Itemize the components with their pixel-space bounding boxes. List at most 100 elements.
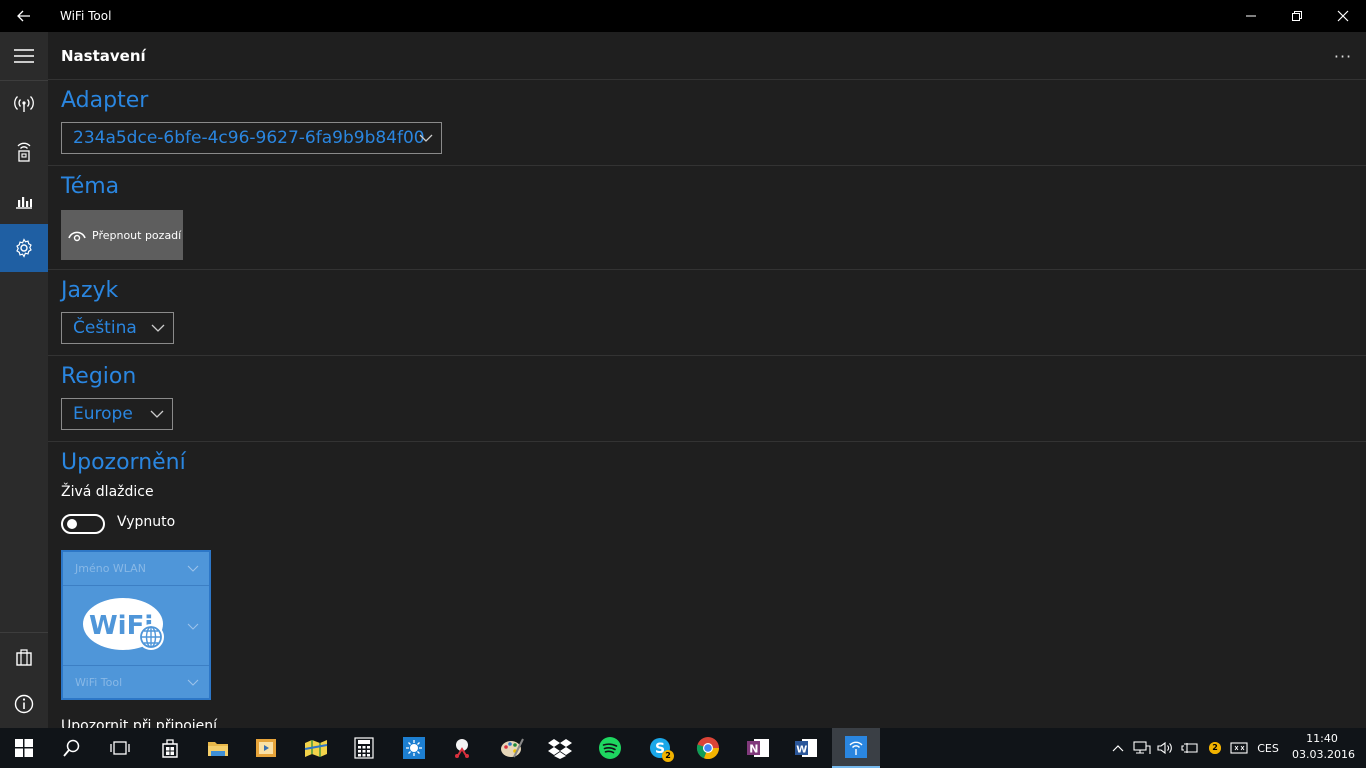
taskbar: S 2 N W 2 CES 11:40 03.03.2016 bbox=[0, 728, 1366, 768]
nav-item-wifi[interactable] bbox=[0, 80, 48, 128]
tile-logo-row[interactable]: WiFi bbox=[63, 586, 209, 666]
taskbar-skype[interactable]: S 2 bbox=[636, 728, 684, 768]
svg-text:N: N bbox=[749, 743, 758, 756]
taskbar-snipping-tool[interactable] bbox=[438, 728, 486, 768]
taskbar-video[interactable] bbox=[242, 728, 290, 768]
eye-icon bbox=[67, 227, 87, 243]
live-tile-label: Živá dlaždice bbox=[61, 484, 154, 500]
close-icon bbox=[1337, 10, 1349, 22]
tray-app-notification[interactable]: 2 bbox=[1204, 728, 1226, 768]
taskbar-word[interactable]: W bbox=[782, 728, 830, 768]
wifi-tool-icon bbox=[845, 736, 867, 758]
minimize-icon bbox=[1246, 15, 1256, 17]
tray-network[interactable] bbox=[1130, 728, 1154, 768]
tray-volume[interactable] bbox=[1154, 728, 1176, 768]
calculator-icon bbox=[354, 737, 374, 759]
chevron-down-icon bbox=[187, 623, 199, 630]
language-value: Čeština bbox=[73, 318, 137, 338]
taskbar-paint[interactable] bbox=[488, 728, 536, 768]
taskbar-spotify[interactable] bbox=[586, 728, 634, 768]
windows-logo-icon bbox=[15, 739, 33, 757]
live-tile-toggle[interactable] bbox=[61, 514, 105, 534]
hamburger-icon bbox=[14, 49, 34, 63]
nav-item-stats[interactable] bbox=[0, 176, 48, 224]
close-button[interactable] bbox=[1320, 0, 1366, 32]
more-options-button[interactable]: ··· bbox=[1328, 41, 1358, 71]
shopping-bag-icon bbox=[16, 649, 32, 666]
taskbar-wifi-tool[interactable] bbox=[832, 728, 880, 768]
skype-badge: 2 bbox=[662, 750, 674, 762]
chevron-up-icon bbox=[1112, 745, 1124, 752]
dropbox-icon bbox=[548, 739, 572, 759]
taskbar-weather[interactable] bbox=[390, 728, 438, 768]
tile-bottom-label: WiFi Tool bbox=[75, 676, 123, 689]
adapter-title: Adapter bbox=[61, 88, 149, 113]
keyboard-icon bbox=[1230, 742, 1248, 754]
antenna-icon bbox=[14, 96, 34, 112]
store-icon bbox=[162, 739, 178, 758]
tray-keyboard[interactable] bbox=[1228, 728, 1250, 768]
adapter-dropdown[interactable]: 234a5dce-6bfe-4c96-9627-6fa9b9b84f00 bbox=[61, 122, 442, 154]
taskbar-calculator[interactable] bbox=[340, 728, 388, 768]
network-icon bbox=[1133, 741, 1151, 754]
settings-page: Nastavení ··· Adapter 234a5dce-6bfe-4c96… bbox=[48, 32, 1366, 728]
language-section: Jazyk Čeština bbox=[48, 270, 1366, 356]
taskbar-dropbox[interactable] bbox=[536, 728, 584, 768]
adapter-section: Adapter 234a5dce-6bfe-4c96-9627-6fa9b9b8… bbox=[48, 80, 1366, 166]
taskbar-store[interactable] bbox=[146, 728, 194, 768]
theme-section: Téma Přepnout pozadí bbox=[48, 166, 1366, 270]
video-player-icon bbox=[256, 739, 276, 757]
notify-on-connect-label: Upozornit při připojení bbox=[61, 718, 218, 728]
volume-icon bbox=[1157, 741, 1172, 755]
taskbar-maps[interactable] bbox=[292, 728, 340, 768]
switch-background-button[interactable]: Přepnout pozadí bbox=[61, 210, 183, 260]
taskbar-onenote[interactable]: N bbox=[734, 728, 782, 768]
window-title: WiFi Tool bbox=[60, 9, 112, 23]
tray-overflow-button[interactable] bbox=[1108, 728, 1128, 768]
nav-item-store[interactable] bbox=[0, 633, 48, 681]
info-icon bbox=[14, 694, 34, 714]
title-bar: WiFi Tool bbox=[0, 0, 1366, 32]
tile-bottom-row[interactable]: WiFi Tool bbox=[63, 666, 209, 700]
chevron-down-icon bbox=[419, 134, 433, 142]
tray-language[interactable]: CES bbox=[1252, 728, 1284, 768]
notifications-title: Upozornění bbox=[61, 450, 186, 475]
bar-chart-icon bbox=[16, 197, 32, 209]
word-icon: W bbox=[795, 739, 817, 757]
hamburger-button[interactable] bbox=[0, 32, 48, 80]
start-button[interactable] bbox=[0, 728, 48, 768]
region-dropdown[interactable]: Europe bbox=[61, 398, 173, 430]
region-section: Region Europe bbox=[48, 356, 1366, 442]
page-header: Nastavení ··· bbox=[48, 32, 1366, 80]
taskbar-chrome[interactable] bbox=[684, 728, 732, 768]
task-view-button[interactable] bbox=[96, 728, 144, 768]
language-title: Jazyk bbox=[61, 278, 119, 303]
minimize-button[interactable] bbox=[1228, 0, 1274, 32]
nav-item-hotspot[interactable] bbox=[0, 128, 48, 176]
nav-item-settings[interactable] bbox=[0, 224, 48, 272]
taskbar-file-explorer[interactable] bbox=[194, 728, 242, 768]
clock[interactable]: 11:40 03.03.2016 bbox=[1292, 731, 1355, 763]
toggle-knob bbox=[67, 519, 77, 529]
paint-palette-icon bbox=[501, 738, 524, 758]
battery-icon bbox=[1181, 743, 1198, 753]
restore-button[interactable] bbox=[1274, 0, 1320, 32]
chevron-down-icon bbox=[150, 410, 164, 418]
tile-top-row[interactable]: Jméno WLAN bbox=[63, 552, 209, 586]
back-button[interactable] bbox=[0, 0, 48, 32]
weather-sun-icon bbox=[403, 737, 425, 759]
chevron-down-icon bbox=[151, 324, 165, 332]
language-indicator: CES bbox=[1257, 741, 1279, 755]
chrome-icon bbox=[696, 737, 720, 760]
live-tile-toggle-state: Vypnuto bbox=[117, 514, 176, 530]
wifi-logo-icon: WiFi bbox=[83, 598, 164, 650]
nav-item-about[interactable] bbox=[0, 680, 48, 728]
language-dropdown[interactable]: Čeština bbox=[61, 312, 174, 344]
task-view-icon bbox=[110, 741, 130, 755]
search-icon bbox=[63, 739, 80, 757]
chevron-down-icon bbox=[187, 679, 199, 686]
svg-text:W: W bbox=[796, 745, 807, 756]
tray-battery[interactable] bbox=[1178, 728, 1202, 768]
search-button[interactable] bbox=[48, 728, 96, 768]
nav-rail bbox=[0, 32, 48, 728]
